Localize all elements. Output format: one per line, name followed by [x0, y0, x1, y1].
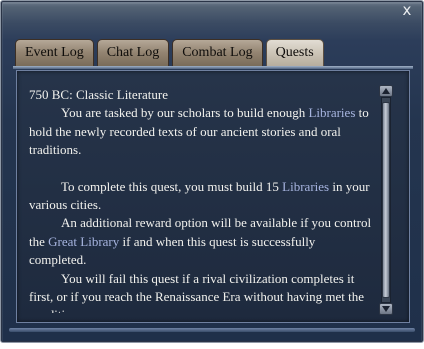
libraries-link[interactable]: Libraries: [282, 179, 329, 194]
scrollbar[interactable]: [379, 85, 393, 315]
quest-paragraph: You are tasked by our scholars to build …: [29, 104, 374, 159]
close-icon[interactable]: x: [400, 2, 414, 18]
tab-divider: [13, 66, 413, 69]
tab-combat-log[interactable]: Combat Log: [172, 39, 263, 67]
quest-text-segment: You are tasked by our scholars to build …: [61, 105, 309, 121]
scroll-thumb[interactable]: [382, 102, 390, 298]
arrow-down-icon[interactable]: [379, 303, 393, 315]
quest-paragraph: You will fail this quest if a rival civi…: [29, 270, 374, 313]
bottom-frame-bar: [9, 328, 415, 332]
quest-log-window: x Event Log Chat Log Combat Log Quests 7…: [0, 0, 424, 343]
quest-paragraph: An additional reward option will be avai…: [29, 214, 374, 269]
tab-chat-log[interactable]: Chat Log: [96, 39, 170, 67]
quest-text: 750 BC: Classic Literature You are taske…: [29, 86, 374, 313]
quest-text-segment: You will fail this quest if a rival civi…: [29, 270, 365, 313]
arrow-up-icon[interactable]: [379, 85, 393, 97]
libraries-link[interactable]: Libraries: [308, 105, 355, 120]
tab-event-log[interactable]: Event Log: [15, 39, 94, 67]
quest-text-segment: To complete this quest, you must build 1…: [61, 178, 283, 194]
quest-paragraph: To complete this quest, you must build 1…: [29, 178, 374, 215]
tab-bar: Event Log Chat Log Combat Log Quests: [15, 39, 324, 67]
quest-panel: 750 BC: Classic Literature You are taske…: [16, 70, 410, 323]
tab-quests[interactable]: Quests: [265, 39, 324, 67]
great-library-link[interactable]: Great Library: [48, 234, 119, 249]
quest-heading: 750 BC: Classic Literature: [29, 87, 169, 102]
